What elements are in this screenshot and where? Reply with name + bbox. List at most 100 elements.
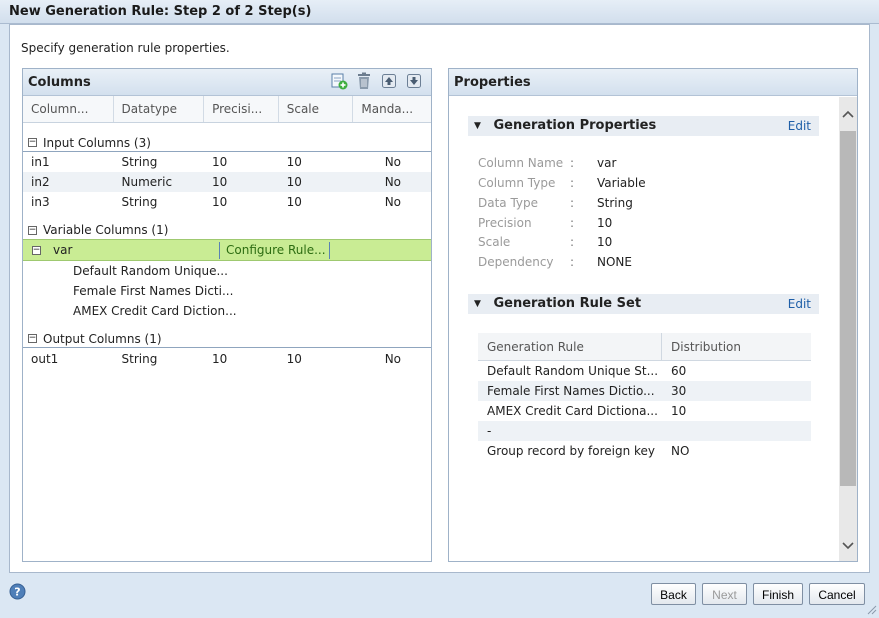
header-mandatory[interactable]: Manda... [353, 96, 431, 122]
input-columns-label: Input Columns (3) [43, 135, 151, 150]
table-row[interactable]: Default Random Unique St... 60 [478, 361, 811, 381]
scroll-thumb[interactable] [840, 131, 856, 486]
cell-distribution: NO [671, 444, 690, 458]
dialog-content: Specify generation rule properties. Colu… [9, 24, 870, 573]
prop-value: NONE [597, 255, 632, 269]
variable-columns-group[interactable]: − Variable Columns (1) [23, 217, 431, 239]
list-item[interactable]: AMEX Credit Card Diction... [23, 301, 431, 321]
columns-panel-title: Columns [28, 75, 91, 90]
resize-grip-icon[interactable] [865, 603, 877, 615]
collapse-triangle-icon[interactable]: ▼ [474, 299, 481, 309]
generation-rule-set-title: Generation Rule Set [493, 296, 642, 311]
cancel-button[interactable]: Cancel [809, 583, 865, 605]
header-scale[interactable]: Scale [279, 96, 354, 122]
table-row[interactable]: AMEX Credit Card Dictiona... 10 [478, 401, 811, 421]
cell-mandatory: No [384, 155, 402, 169]
prop-sep: : [570, 156, 575, 170]
prop-value: var [597, 156, 617, 170]
prop-key: Scale [478, 235, 511, 249]
output-columns-group[interactable]: − Output Columns (1) [23, 326, 431, 348]
header-column-name[interactable]: Column... [23, 96, 114, 122]
cell-name: in3 [31, 195, 50, 209]
cell-name: in1 [31, 155, 50, 169]
prop-dependency: Dependency: NONE [478, 252, 632, 272]
configure-rule-link[interactable]: Configure Rule... [219, 242, 330, 259]
prop-data-type: Data Type: String [478, 193, 633, 213]
header-precision[interactable]: Precisi... [204, 96, 279, 122]
cell-rule: Group record by foreign key [487, 444, 656, 458]
list-item[interactable]: Default Random Unique... [23, 261, 431, 281]
columns-panel-header: Columns [23, 69, 431, 96]
table-row[interactable]: Group record by foreign key NO [478, 441, 811, 461]
instruction-text: Specify generation rule properties. [21, 41, 230, 55]
cell-precision: 10 [212, 195, 228, 209]
table-row[interactable]: - [478, 421, 811, 441]
next-button[interactable]: Next [702, 583, 747, 605]
table-row[interactable]: in1 String 10 10 No [23, 152, 431, 172]
window-title: New Generation Rule: Step 2 of 2 Step(s) [0, 0, 879, 24]
prop-key: Data Type [478, 196, 539, 210]
scroll-down-icon[interactable] [841, 541, 855, 555]
cell-datatype: Numeric [121, 175, 173, 189]
move-down-icon[interactable] [405, 72, 423, 90]
header-distribution[interactable]: Distribution [662, 333, 811, 360]
cell-rule: Female First Names Dictio... [487, 384, 655, 398]
help-icon[interactable]: ? [9, 583, 26, 600]
cell-datatype: String [121, 352, 158, 366]
cell-scale: 10 [286, 175, 302, 189]
generation-properties-title: Generation Properties [493, 118, 657, 133]
collapse-triangle-icon[interactable]: ▼ [474, 121, 481, 131]
cell-distribution: 60 [671, 364, 687, 378]
cell-precision: 10 [212, 175, 228, 189]
list-item[interactable]: Female First Names Dicti... [23, 281, 431, 301]
properties-scrollbar[interactable] [839, 97, 857, 561]
scroll-up-icon[interactable] [841, 109, 855, 123]
prop-key: Column Name [478, 156, 564, 170]
cell-datatype: String [121, 155, 158, 169]
prop-precision: Precision: 10 [478, 213, 612, 233]
cell-scale: 10 [286, 155, 302, 169]
rule-set-table: Generation Rule Distribution Default Ran… [478, 333, 811, 461]
table-row[interactable]: out1 String 10 10 No [23, 349, 431, 369]
cell-mandatory: No [384, 195, 402, 209]
header-generation-rule[interactable]: Generation Rule [478, 333, 662, 360]
cell-precision: 10 [212, 155, 228, 169]
edit-rule-set-link[interactable]: Edit [788, 297, 811, 311]
cell-distribution: 30 [671, 384, 687, 398]
cell-distribution: 10 [671, 404, 687, 418]
collapse-icon[interactable]: − [32, 245, 41, 255]
svg-text:?: ? [14, 586, 20, 599]
prop-key: Precision [478, 216, 532, 230]
cell-name: out1 [31, 352, 59, 366]
input-columns-group[interactable]: − Input Columns (3) [23, 130, 431, 152]
header-datatype[interactable]: Datatype [114, 96, 205, 122]
cell-rule: - [487, 424, 492, 438]
table-row[interactable]: in2 Numeric 10 10 No [23, 172, 431, 192]
generation-rule-set-header[interactable]: ▼ Generation Rule Set Edit [468, 294, 819, 314]
add-icon[interactable] [330, 72, 348, 90]
variable-name: var [53, 243, 73, 257]
table-row[interactable]: Female First Names Dictio... 30 [478, 381, 811, 401]
collapse-icon[interactable]: − [28, 225, 37, 235]
delete-icon[interactable] [355, 72, 373, 90]
properties-panel: Properties ▼ Generation Properties Edit … [448, 68, 858, 562]
collapse-icon[interactable]: − [28, 334, 37, 343]
prop-sep: : [570, 255, 575, 269]
back-button[interactable]: Back [651, 583, 696, 605]
cell-scale: 10 [286, 195, 302, 209]
output-columns-label: Output Columns (1) [43, 331, 162, 346]
finish-button[interactable]: Finish [753, 583, 803, 605]
variable-row-var[interactable]: − var Configure Rule... [23, 239, 431, 261]
prop-column-type: Column Type: Variable [478, 173, 646, 193]
prop-column-name: Column Name: var [478, 153, 616, 173]
edit-generation-properties-link[interactable]: Edit [788, 119, 811, 133]
prop-sep: : [570, 235, 575, 249]
prop-scale: Scale: 10 [478, 232, 612, 252]
generation-properties-header[interactable]: ▼ Generation Properties Edit [468, 116, 819, 136]
rule-set-table-header: Generation Rule Distribution [478, 333, 811, 361]
prop-sep: : [570, 216, 575, 230]
variable-columns-label: Variable Columns (1) [43, 223, 169, 237]
collapse-icon[interactable]: − [28, 138, 37, 147]
table-row[interactable]: in3 String 10 10 No [23, 192, 431, 212]
move-up-icon[interactable] [380, 72, 398, 90]
